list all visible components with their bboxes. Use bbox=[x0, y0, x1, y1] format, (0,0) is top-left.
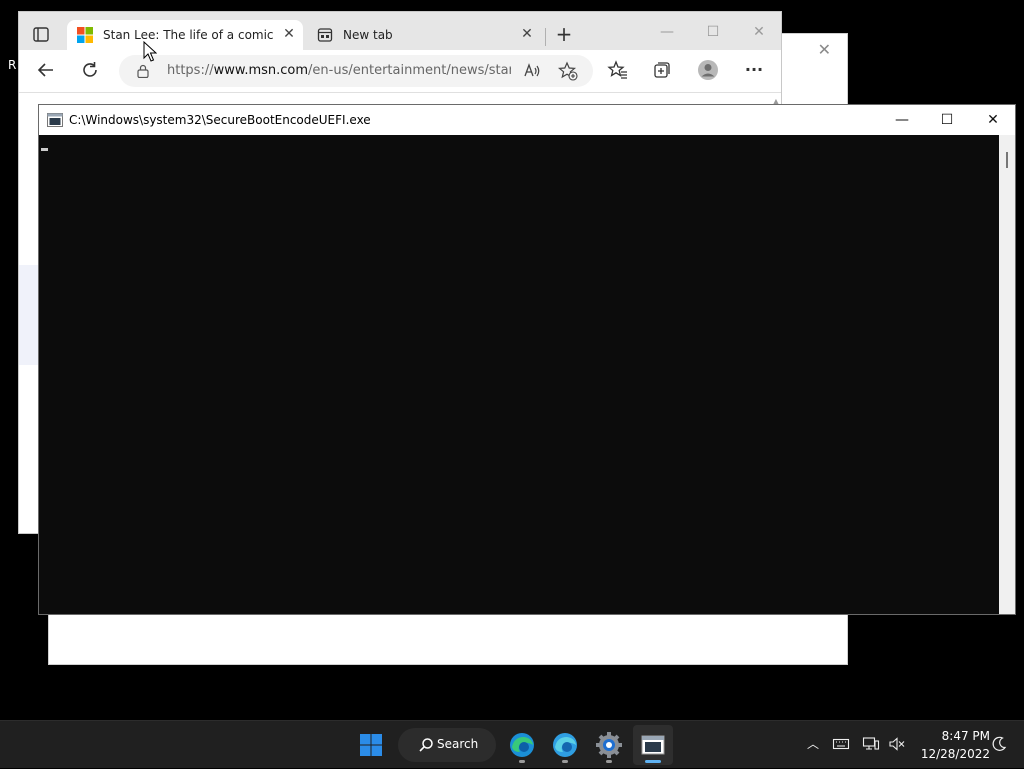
favorites-icon[interactable] bbox=[607, 59, 629, 81]
console-maximize-icon[interactable]: ☐ bbox=[924, 108, 970, 132]
text-cursor bbox=[41, 148, 48, 151]
taskbar-clock[interactable]: 8:47 PM 12/28/2022 bbox=[912, 727, 990, 763]
profile-avatar-icon[interactable] bbox=[697, 59, 719, 81]
url-text[interactable]: https://www.msn.com/en-us/entertainment/… bbox=[167, 63, 511, 78]
collections-icon[interactable] bbox=[651, 59, 673, 81]
tab-new-tab[interactable]: New tab ✕ bbox=[307, 20, 541, 50]
refresh-icon[interactable] bbox=[79, 59, 101, 81]
console-title-bar[interactable]: C:\Windows\system32\SecureBootEncodeUEFI… bbox=[39, 105, 1015, 135]
more-options-icon[interactable]: ··· bbox=[743, 59, 765, 81]
search-label: Search bbox=[437, 737, 479, 751]
read-aloud-icon[interactable] bbox=[521, 60, 543, 82]
taskbar-settings[interactable] bbox=[589, 725, 629, 765]
volume-muted-icon[interactable] bbox=[888, 735, 906, 753]
console-output[interactable] bbox=[39, 135, 999, 614]
taskbar-console[interactable] bbox=[633, 725, 673, 765]
console-close-icon[interactable]: ✕ bbox=[970, 108, 1016, 132]
console-app-icon bbox=[641, 735, 665, 755]
clock-time: 8:47 PM bbox=[941, 729, 990, 743]
notifications-moon-icon[interactable] bbox=[990, 735, 1008, 753]
new-tab-page-icon bbox=[317, 28, 333, 42]
tab-close-icon[interactable]: ✕ bbox=[281, 26, 297, 42]
show-hidden-icons-chevron-icon[interactable]: ︿ bbox=[804, 735, 822, 753]
mouse-pointer-icon bbox=[143, 41, 157, 62]
taskbar: Search ︿ 8:47 PM 12/28/2022 bbox=[0, 720, 1024, 768]
clock-date: 12/28/2022 bbox=[920, 747, 990, 761]
browser-toolbar: https://www.msn.com/en-us/entertainment/… bbox=[19, 50, 781, 92]
edge-beta-icon bbox=[553, 733, 577, 757]
close-icon[interactable]: ✕ bbox=[747, 20, 771, 44]
tab-close-icon[interactable]: ✕ bbox=[519, 26, 535, 42]
desktop: R ✕ Stan Lee: The life of a comic book ✕ bbox=[0, 0, 1024, 720]
microsoft-logo-icon bbox=[77, 27, 93, 43]
console-minimize-icon[interactable]: — bbox=[879, 108, 925, 132]
taskbar-edge[interactable] bbox=[502, 725, 542, 765]
edge-icon bbox=[510, 733, 534, 757]
console-window[interactable]: C:\Windows\system32\SecureBootEncodeUEFI… bbox=[38, 104, 1016, 615]
maximize-icon[interactable]: ☐ bbox=[701, 20, 725, 44]
start-icon bbox=[360, 734, 382, 756]
tab-stan-lee[interactable]: Stan Lee: The life of a comic book ✕ bbox=[67, 20, 303, 50]
running-indicator bbox=[562, 760, 568, 763]
tab-title: New tab bbox=[343, 28, 393, 42]
back-arrow-icon[interactable] bbox=[35, 59, 57, 81]
active-indicator bbox=[645, 760, 661, 763]
taskbar-search-button[interactable]: Search bbox=[398, 728, 496, 762]
add-favorite-icon[interactable] bbox=[557, 60, 579, 82]
console-app-icon bbox=[47, 113, 63, 127]
settings-icon bbox=[596, 732, 622, 758]
lock-icon[interactable] bbox=[137, 64, 149, 78]
tab-bar: Stan Lee: The life of a comic book ✕ New… bbox=[19, 12, 781, 50]
keyboard-icon[interactable] bbox=[832, 735, 850, 753]
tab-title: Stan Lee: The life of a comic book bbox=[103, 28, 275, 42]
address-bar[interactable]: https://www.msn.com/en-us/entertainment/… bbox=[119, 55, 593, 87]
network-icon[interactable] bbox=[862, 735, 880, 753]
scrollbar-thumb[interactable] bbox=[1006, 152, 1008, 168]
background-window-close-icon[interactable]: ✕ bbox=[818, 40, 831, 59]
desktop-partial-label: R bbox=[8, 58, 17, 72]
page-side-strip bbox=[19, 265, 39, 365]
tab-actions-icon[interactable] bbox=[29, 22, 53, 46]
new-tab-plus-icon[interactable]: + bbox=[553, 24, 575, 46]
console-scrollbar[interactable] bbox=[999, 135, 1015, 614]
tab-separator bbox=[545, 28, 546, 46]
search-icon bbox=[419, 738, 433, 752]
running-indicator bbox=[606, 760, 612, 763]
minimize-icon[interactable]: — bbox=[655, 20, 679, 44]
console-title: C:\Windows\system32\SecureBootEncodeUEFI… bbox=[69, 113, 371, 127]
running-indicator bbox=[519, 760, 525, 763]
start-button[interactable] bbox=[351, 725, 391, 765]
taskbar-edge-beta[interactable] bbox=[545, 725, 585, 765]
